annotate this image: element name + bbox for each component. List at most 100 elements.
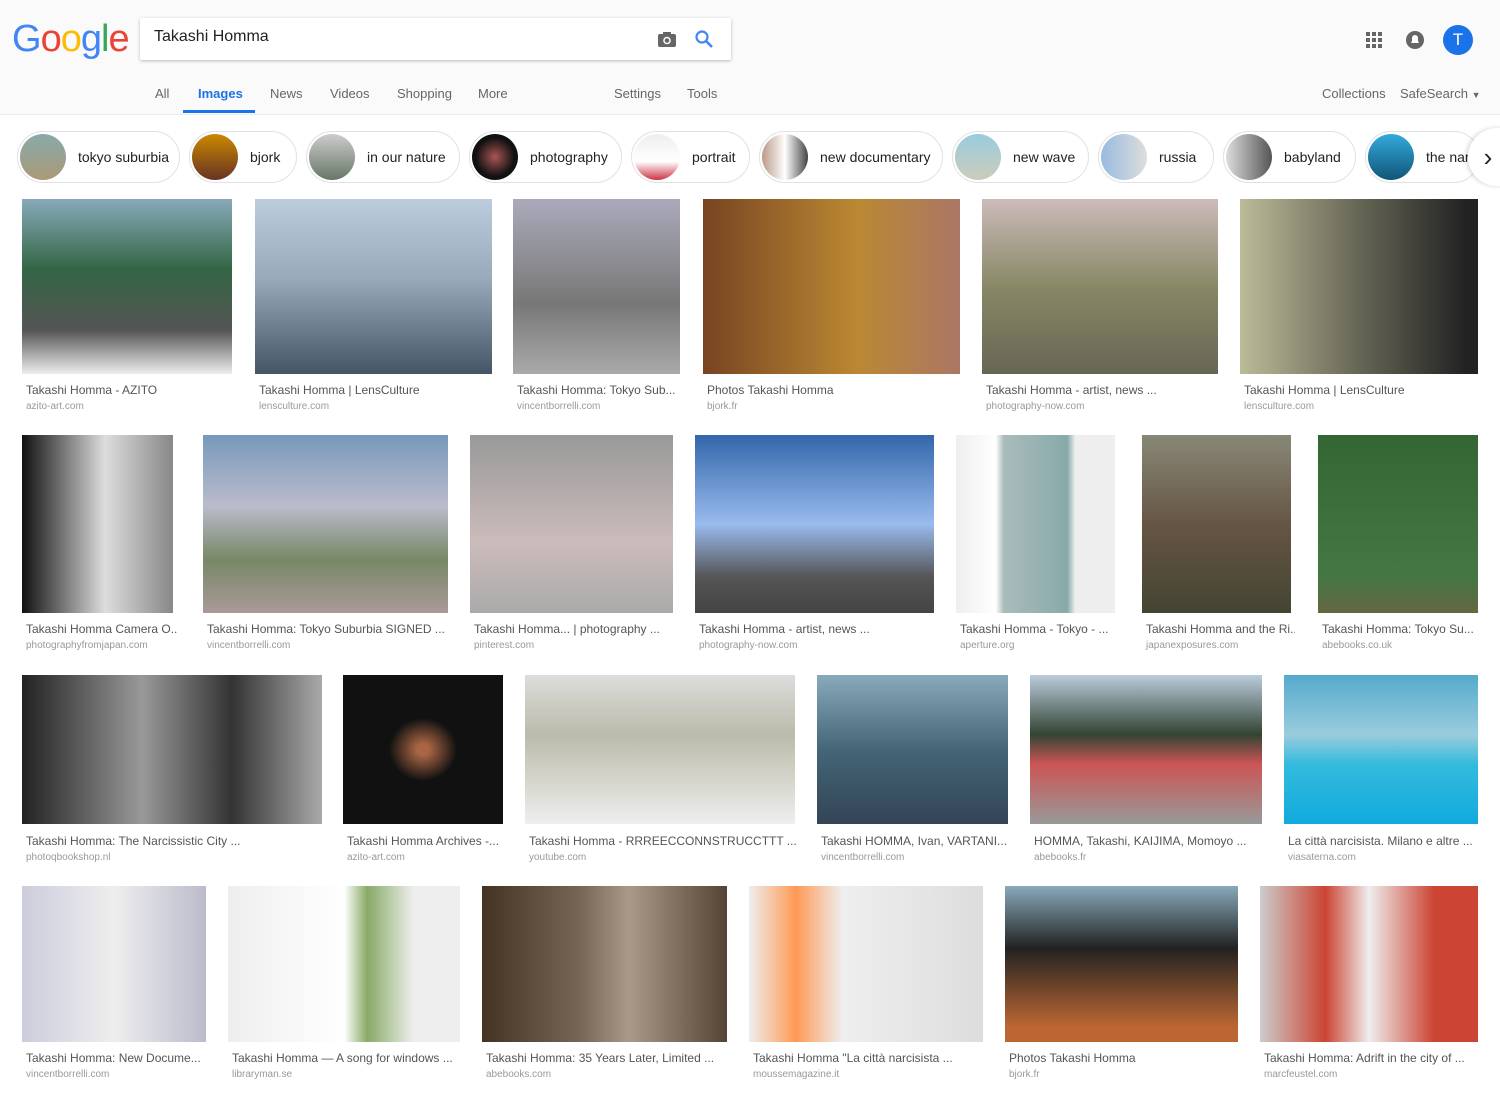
google-logo[interactable]: Google <box>12 18 130 61</box>
result-title[interactable]: Takashi Homma: Tokyo Sub... <box>517 383 676 397</box>
chip-label: tokyo suburbia <box>78 149 170 165</box>
result-title[interactable]: Takashi Homma - artist, news ... <box>699 622 870 636</box>
related-chip[interactable]: new wave <box>952 131 1089 183</box>
result-domain: photography-now.com <box>699 640 798 651</box>
related-chip[interactable]: tokyo suburbia <box>17 131 180 183</box>
result-thumbnail[interactable] <box>22 435 173 613</box>
result-title[interactable]: Takashi Homma - RRREECCONNSTRUCCTTT ... <box>529 834 797 848</box>
result-domain: marcfeustel.com <box>1264 1069 1338 1080</box>
chip-label: new wave <box>1013 149 1076 165</box>
result-thumbnail[interactable] <box>1030 675 1262 824</box>
result-thumbnail[interactable] <box>343 675 503 824</box>
result-title[interactable]: Takashi Homma | LensCulture <box>259 383 420 397</box>
result-title[interactable]: Takashi HOMMA, Ivan, VARTANI... <box>821 834 1007 848</box>
chip-thumbnail <box>1226 134 1272 180</box>
result-title[interactable]: Takashi Homma: 35 Years Later, Limited .… <box>486 1051 714 1065</box>
active-tab-indicator <box>183 110 255 113</box>
result-thumbnail[interactable] <box>695 435 934 613</box>
result-title[interactable]: Takashi Homma - AZITO <box>26 383 157 397</box>
related-chip[interactable]: babyland <box>1223 131 1356 183</box>
result-domain: bjork.fr <box>1009 1069 1040 1080</box>
result-domain: abebooks.com <box>486 1069 552 1080</box>
chip-thumbnail <box>20 134 66 180</box>
chip-label: the nar <box>1426 149 1470 165</box>
result-thumbnail[interactable] <box>1260 886 1478 1042</box>
result-thumbnail[interactable] <box>525 675 795 824</box>
result-thumbnail[interactable] <box>22 675 322 824</box>
camera-icon[interactable] <box>656 29 678 49</box>
avatar[interactable]: T <box>1443 25 1473 55</box>
related-chip[interactable]: bjork <box>189 131 297 183</box>
result-domain: japanexposures.com <box>1146 640 1239 651</box>
related-chip[interactable]: photography <box>469 131 622 183</box>
result-title[interactable]: Takashi Homma: Tokyo Su... <box>1322 622 1474 636</box>
result-thumbnail[interactable] <box>956 435 1115 613</box>
result-thumbnail[interactable] <box>1005 886 1238 1042</box>
result-domain: photography-now.com <box>986 401 1085 412</box>
result-title[interactable]: Takashi Homma... | photography ... <box>474 622 660 636</box>
result-title[interactable]: Takashi Homma Archives -... <box>347 834 499 848</box>
result-thumbnail[interactable] <box>228 886 460 1042</box>
result-thumbnail[interactable] <box>470 435 673 613</box>
result-title[interactable]: Takashi Homma Camera O... <box>26 622 177 636</box>
result-title[interactable]: Photos Takashi Homma <box>1009 1051 1136 1065</box>
chevron-right-icon[interactable]: › <box>1468 128 1500 186</box>
result-thumbnail[interactable] <box>703 199 960 374</box>
collections-link[interactable]: Collections <box>1322 86 1386 101</box>
search-box <box>140 18 731 60</box>
result-title[interactable]: Takashi Homma: New Docume... <box>26 1051 201 1065</box>
result-title[interactable]: La città narcisista. Milano e altre ... <box>1288 834 1473 848</box>
result-title[interactable]: Takashi Homma - artist, news ... <box>986 383 1157 397</box>
related-chip[interactable]: portrait <box>631 131 750 183</box>
result-domain: lensculture.com <box>259 401 330 412</box>
result-thumbnail[interactable] <box>982 199 1218 374</box>
chip-thumbnail <box>955 134 1001 180</box>
search-icon[interactable] <box>693 28 715 50</box>
result-thumbnail[interactable] <box>1318 435 1478 613</box>
result-domain: aperture.org <box>960 640 1015 651</box>
result-thumbnail[interactable] <box>255 199 492 374</box>
notifications-icon[interactable] <box>1405 30 1425 50</box>
tab-images[interactable]: Images <box>198 86 243 101</box>
related-chip[interactable]: the nar <box>1365 131 1480 183</box>
result-thumbnail[interactable] <box>1142 435 1291 613</box>
tab-news[interactable]: News <box>270 86 303 101</box>
result-thumbnail[interactable] <box>749 886 983 1042</box>
result-thumbnail[interactable] <box>22 199 232 374</box>
search-input[interactable] <box>154 28 634 46</box>
result-domain: vincentborrelli.com <box>207 640 291 651</box>
safesearch-dropdown[interactable]: SafeSearch ▼ <box>1400 86 1480 101</box>
result-thumbnail[interactable] <box>482 886 727 1042</box>
result-title[interactable]: Takashi Homma — A song for windows ... <box>232 1051 453 1065</box>
result-title[interactable]: Takashi Homma | LensCulture <box>1244 383 1405 397</box>
result-title[interactable]: Takashi Homma: The Narcissistic City ... <box>26 834 241 848</box>
result-thumbnail[interactable] <box>817 675 1008 824</box>
tab-tools[interactable]: Tools <box>687 86 717 101</box>
result-thumbnail[interactable] <box>1284 675 1478 824</box>
related-chip[interactable]: russia <box>1098 131 1214 183</box>
apps-grid-icon[interactable] <box>1364 30 1384 50</box>
tab-settings[interactable]: Settings <box>614 86 661 101</box>
result-thumbnail[interactable] <box>203 435 448 613</box>
result-thumbnail[interactable] <box>22 886 206 1042</box>
result-thumbnail[interactable] <box>1240 199 1478 374</box>
result-title[interactable]: Takashi Homma "La città narcisista ... <box>753 1051 953 1065</box>
tab-shopping[interactable]: Shopping <box>397 86 452 101</box>
related-chip[interactable]: in our nature <box>306 131 460 183</box>
caret-down-icon: ▼ <box>1471 90 1481 100</box>
tab-more[interactable]: More <box>478 86 508 101</box>
result-title[interactable]: Takashi Homma and the Ri... <box>1146 622 1295 636</box>
chip-label: photography <box>530 149 608 165</box>
related-chip[interactable]: new documentary <box>759 131 943 183</box>
result-title[interactable]: Takashi Homma: Tokyo Suburbia SIGNED ... <box>207 622 445 636</box>
result-domain: abebooks.co.uk <box>1322 640 1393 651</box>
result-domain: youtube.com <box>529 852 587 863</box>
result-title[interactable]: HOMMA, Takashi, KAIJIMA, Momoyo ... <box>1034 834 1247 848</box>
result-title[interactable]: Takashi Homma - Tokyo - ... <box>960 622 1109 636</box>
tab-videos[interactable]: Videos <box>330 86 370 101</box>
tab-all[interactable]: All <box>155 86 169 101</box>
result-title[interactable]: Takashi Homma: Adrift in the city of ... <box>1264 1051 1465 1065</box>
result-thumbnail[interactable] <box>513 199 680 374</box>
chip-label: bjork <box>250 149 281 165</box>
result-title[interactable]: Photos Takashi Homma <box>707 383 834 397</box>
